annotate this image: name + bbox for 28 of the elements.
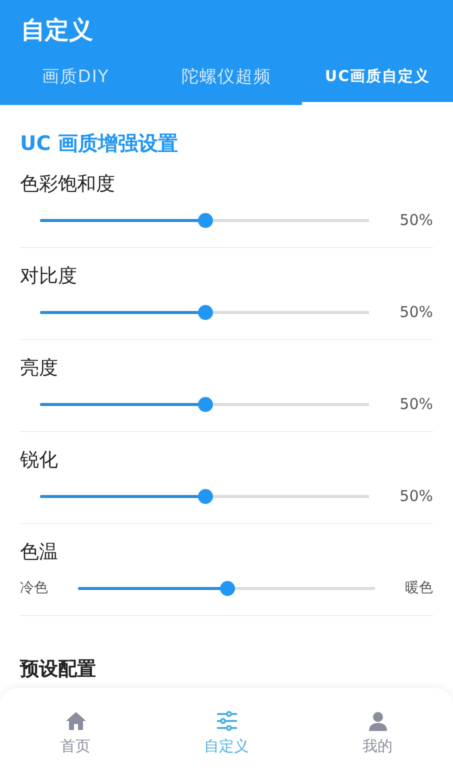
slider-thumb[interactable] bbox=[198, 212, 212, 228]
percent-value: 50% bbox=[400, 487, 433, 505]
percent-value: 50% bbox=[400, 211, 433, 229]
setting-label: 色温 bbox=[20, 540, 59, 565]
nav-tab[interactable]: 自定义 bbox=[151, 688, 302, 781]
slider-thumb[interactable] bbox=[198, 488, 212, 504]
setting-label: 亮度 bbox=[20, 356, 59, 381]
tab[interactable]: 画质DIY bbox=[0, 50, 151, 105]
tab[interactable]: 陀螺仪超频 bbox=[151, 50, 302, 105]
home-icon bbox=[64, 711, 86, 731]
section-title: UC 画质增强设置 bbox=[19, 130, 179, 156]
setting-label: 锐化 bbox=[20, 448, 59, 473]
section-title: 预设配置 bbox=[20, 657, 97, 681]
app-title: 自定义 bbox=[20, 15, 94, 46]
setting-label: 色彩饱和度 bbox=[20, 172, 116, 197]
slider-thumb[interactable] bbox=[198, 396, 212, 412]
setting-label: 对比度 bbox=[20, 264, 78, 289]
tab[interactable]: UC画质自定义 bbox=[302, 50, 453, 105]
max-label: 暖色 bbox=[405, 579, 433, 597]
slider-thumb[interactable] bbox=[198, 304, 212, 320]
percent-value: 50% bbox=[400, 303, 433, 321]
nav-tab[interactable]: 首页 bbox=[0, 688, 151, 781]
percent-value: 50% bbox=[400, 395, 433, 413]
nav-tab[interactable]: 我的 bbox=[302, 688, 453, 781]
slider-thumb[interactable] bbox=[220, 580, 234, 596]
sliders-icon bbox=[216, 711, 238, 731]
person-icon bbox=[368, 711, 388, 731]
min-label: 冷色 bbox=[20, 579, 48, 597]
